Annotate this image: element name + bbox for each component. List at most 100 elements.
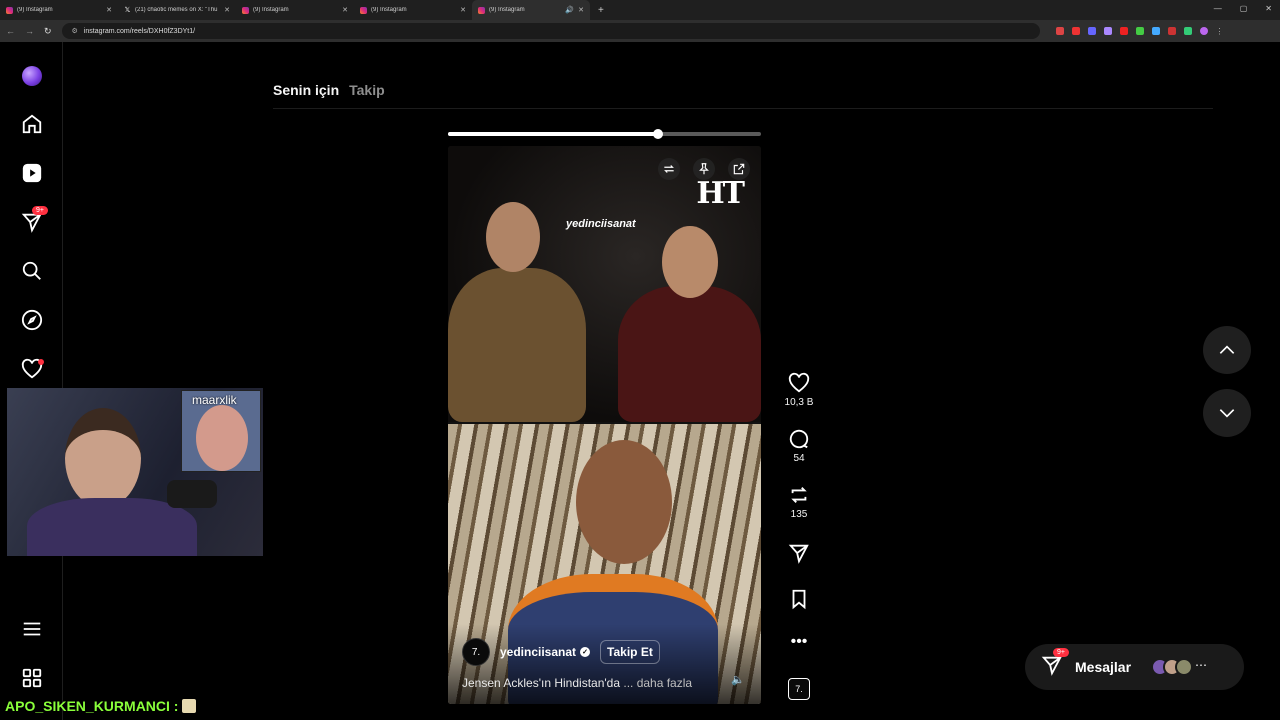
extension-icon[interactable] (1151, 26, 1160, 35)
more-icon: ⋯ (1195, 658, 1208, 672)
search-icon[interactable] (20, 259, 43, 282)
extension-icon[interactable] (1135, 26, 1144, 35)
extension-icon[interactable] (1119, 26, 1128, 35)
compass-icon[interactable] (20, 308, 43, 331)
browser-tab-3[interactable]: (9) Instagram ✕ (236, 0, 354, 20)
url-field[interactable]: ⚙ instagram.com/reels/DXH0fZ3DYt1/ (61, 23, 1040, 39)
reload-icon[interactable]: ↻ (44, 26, 52, 37)
extension-icon[interactable] (1087, 26, 1096, 35)
window-close-icon[interactable]: ✕ (1265, 4, 1272, 13)
reel-progress-bar[interactable] (448, 129, 761, 139)
heart-icon (788, 372, 810, 393)
previous-reel-button[interactable] (1203, 326, 1251, 374)
new-tab-icon[interactable]: + (598, 5, 604, 16)
publisher-logo: HT (696, 176, 745, 211)
repost-count: 135 (790, 509, 808, 520)
url-text: instagram.com/reels/DXH0fZ3DYt1/ (83, 27, 196, 35)
heart-icon[interactable] (20, 357, 44, 380)
open-external-icon[interactable] (728, 158, 750, 180)
browser-tab-2[interactable]: 𝕏 (21) chaotic memes on X: "Thu ✕ (118, 0, 236, 20)
left-sidebar: 9+ (0, 42, 63, 720)
close-icon[interactable]: ✕ (342, 6, 348, 14)
bookmark-icon (792, 589, 806, 610)
share-action[interactable] (778, 542, 820, 564)
close-icon[interactable]: ✕ (224, 6, 230, 14)
follow-button[interactable]: Takip Et (600, 640, 660, 664)
author-avatar[interactable]: 7. (462, 638, 490, 666)
tab-title: (9) Instagram (253, 7, 289, 13)
tab-for-you[interactable]: Senin için (273, 82, 339, 98)
messages-pill-badge: 9+ (1053, 647, 1069, 657)
next-reel-button[interactable] (1203, 389, 1251, 437)
reel-progress-knob[interactable] (652, 129, 663, 139)
x-icon: 𝕏 (124, 6, 131, 14)
avatar (1175, 658, 1194, 676)
extension-icon[interactable] (1103, 26, 1112, 35)
save-action[interactable] (778, 588, 820, 610)
maximize-icon[interactable]: ▢ (1240, 4, 1248, 13)
minimize-icon[interactable]: — (1214, 4, 1222, 13)
close-icon[interactable]: ✕ (460, 6, 466, 14)
browser-tab-1[interactable]: (9) Instagram ✕ (0, 0, 118, 20)
messages-pill[interactable]: 9+ Mesajlar ⋯ (1025, 644, 1244, 690)
send-icon[interactable]: 9+ (20, 206, 48, 233)
speaker-icon[interactable]: 🔈 (731, 673, 745, 686)
extension-icon[interactable] (1055, 26, 1064, 35)
chevron-up-icon (1219, 345, 1235, 354)
forward-icon[interactable]: → (25, 26, 34, 36)
author-username[interactable]: yedinciisanat ✓ (500, 645, 591, 659)
extension-icon[interactable] (1071, 26, 1080, 35)
feed-tabs: Senin için Takip (273, 82, 385, 98)
speaker-icon[interactable]: 🔊 (565, 6, 574, 14)
repost-video-icon[interactable] (658, 158, 680, 180)
reel-caption[interactable]: Jensen Ackles'ın Hindistan'da ... daha f… (462, 676, 692, 690)
verified-icon: ✓ (580, 647, 591, 657)
microphone (167, 480, 217, 508)
tab-title: (9) Instagram (489, 7, 525, 13)
reel-author: 7. yedinciisanat ✓ Takip Et (462, 638, 660, 666)
chevron-down-icon (1219, 409, 1235, 418)
reel-progress-fill (448, 132, 658, 136)
video-top-panel: yedinciisanat HT (448, 146, 761, 422)
person-right (618, 286, 761, 422)
comment-action[interactable]: 54 (778, 428, 820, 464)
extension-icon[interactable] (1167, 26, 1176, 35)
window-controls: — ▢ ✕ (1214, 4, 1272, 13)
send-icon: 9+ (1041, 647, 1069, 681)
reel-video[interactable]: yedinciisanat HT 7. yedinciisanat ✓ Taki… (448, 146, 761, 704)
username-text: yedinciisanat (500, 645, 577, 659)
instagram-icon (6, 6, 13, 14)
tab-title: (9) Instagram (17, 7, 53, 13)
browser-tab-bar: (9) Instagram ✕ 𝕏 (21) chaotic memes on … (0, 0, 1280, 20)
audio-track-icon[interactable]: 7. (788, 678, 810, 700)
reels-icon[interactable] (20, 161, 43, 184)
browser-tab-4[interactable]: (9) Instagram ✕ (354, 0, 472, 20)
inset-face (196, 405, 248, 471)
close-icon[interactable]: ✕ (106, 6, 112, 14)
messages-badge: 9+ (32, 206, 48, 215)
stream-chat-line: APO_SIKEN_KURMANCI : (5, 698, 197, 714)
chat-username: APO_SIKEN_KURMANCI : (5, 698, 179, 714)
instagram-icon (242, 6, 249, 14)
caption-more-link[interactable]: ... daha fazla (623, 676, 692, 690)
site-info-icon[interactable]: ⚙ (72, 27, 78, 35)
menu-icon[interactable] (20, 617, 43, 640)
pin-icon[interactable] (693, 158, 715, 180)
home-icon[interactable] (20, 112, 43, 135)
browser-tab-5[interactable]: (9) Instagram 🔊 ✕ (472, 0, 590, 20)
inset-label: maarxlik (192, 393, 237, 407)
more-options-action[interactable]: ••• (778, 634, 820, 650)
webcam-inset: maarxlik (181, 390, 261, 472)
kebab-menu-icon[interactable]: ⋮ (1216, 27, 1224, 36)
tab-following[interactable]: Takip (349, 82, 385, 98)
close-icon[interactable]: ✕ (578, 6, 584, 14)
messages-label: Mesajlar (1075, 659, 1132, 675)
grid-icon[interactable] (20, 666, 43, 689)
instagram-logo-icon[interactable] (20, 64, 43, 87)
caption-text: Jensen Ackles'ın Hindistan'da (462, 676, 621, 690)
like-action[interactable]: 10,3 B (778, 372, 820, 408)
extension-icon[interactable] (1183, 26, 1192, 35)
back-icon[interactable]: ← (6, 26, 15, 36)
repost-action[interactable]: 135 (778, 484, 820, 520)
profile-avatar-icon[interactable] (1199, 26, 1208, 35)
